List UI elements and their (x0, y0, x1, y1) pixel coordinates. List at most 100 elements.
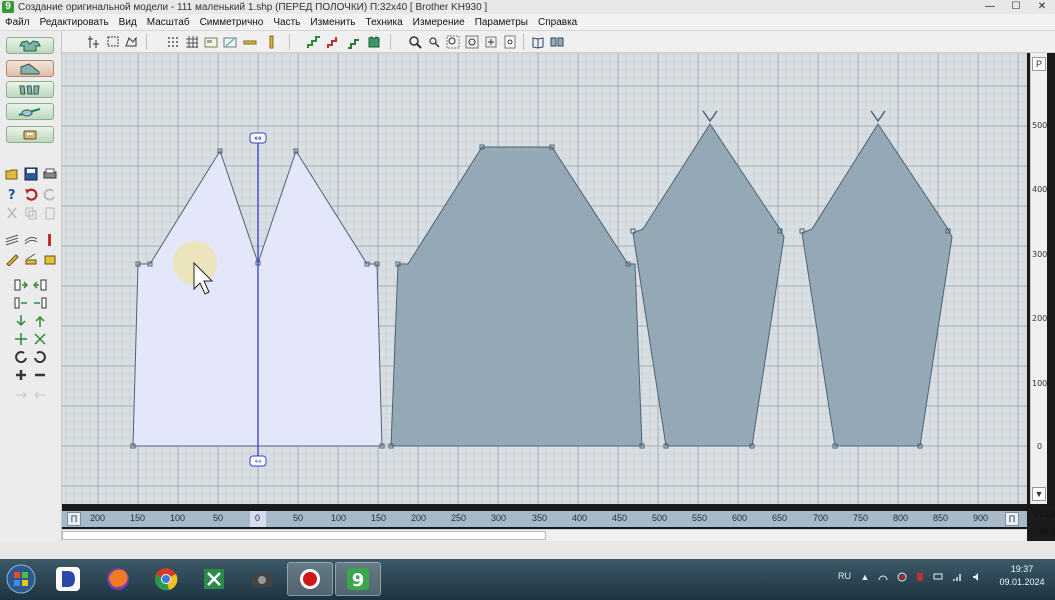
garment-green-icon[interactable] (366, 34, 381, 49)
layout-icon[interactable] (203, 34, 218, 49)
ruler-label: 800 (893, 513, 909, 523)
menu-edit[interactable]: Редактировать (40, 17, 109, 28)
tray-expand-icon[interactable]: ▲ (860, 572, 870, 582)
language-indicator[interactable]: RU (838, 571, 851, 581)
align-right-icon[interactable] (31, 295, 48, 311)
pattern-edit-icon[interactable] (222, 34, 237, 49)
canvas-grid[interactable]: ↔ ⇿ (62, 53, 1027, 504)
menu-file[interactable]: Файл (5, 17, 30, 28)
rotate-ccw-icon[interactable] (12, 349, 29, 365)
lines-curve-icon[interactable] (22, 232, 39, 248)
zoom-window-icon[interactable] (445, 34, 460, 49)
menu-technique[interactable]: Техника (366, 17, 403, 28)
minimize-button[interactable]: — (977, 0, 1003, 14)
add-point-icon[interactable] (12, 367, 29, 383)
taskbar-app-d[interactable] (45, 562, 91, 596)
shaping-icon[interactable] (346, 34, 361, 49)
stairs-green-icon[interactable] (306, 34, 321, 49)
menu-modify[interactable]: Изменить (310, 17, 355, 28)
taskbar-chrome[interactable] (143, 562, 189, 596)
pointer-add-icon[interactable] (86, 34, 101, 49)
arrow-left-disabled-icon[interactable] (31, 387, 48, 403)
tray-app-icon[interactable] (878, 572, 888, 582)
copy-icon[interactable] (22, 205, 39, 221)
taskbar-excel[interactable] (191, 562, 237, 596)
align-left-icon[interactable] (12, 295, 29, 311)
move-left-icon[interactable] (31, 277, 48, 293)
contract-icon[interactable] (31, 331, 48, 347)
move-right-icon[interactable] (12, 277, 29, 293)
select-rect-icon[interactable] (105, 34, 120, 49)
menu-view[interactable]: Вид (119, 17, 137, 28)
scroll-down-button[interactable]: ▼ (1032, 487, 1046, 501)
measure-tool-icon[interactable] (242, 34, 257, 49)
taskbar-camera[interactable] (239, 562, 285, 596)
menu-help[interactable]: Справка (538, 17, 577, 28)
taskbar-knitting-app[interactable]: 9 (335, 562, 381, 596)
help-icon[interactable]: ? (3, 186, 20, 202)
pencil-yellow-icon[interactable] (3, 251, 20, 267)
axis-handle-top[interactable]: ↔ (249, 132, 267, 144)
zoom-all-icon[interactable] (483, 34, 498, 49)
book-icon[interactable] (530, 34, 545, 49)
axis-handle-bottom[interactable]: ⇿ (249, 455, 267, 467)
system-clock[interactable]: 19:37 09.01.2024 (992, 563, 1052, 589)
zoom-fit-icon[interactable] (464, 34, 479, 49)
redo-icon[interactable] (41, 186, 58, 202)
ruler-right-button[interactable]: П (1005, 512, 1019, 526)
tray-flag-icon[interactable] (915, 572, 925, 582)
close-button[interactable]: ✕ (1029, 0, 1055, 14)
undo-icon[interactable] (22, 186, 39, 202)
menu-parameters[interactable]: Параметры (475, 17, 528, 28)
paste-icon[interactable] (41, 205, 58, 221)
zoom-out-icon[interactable] (426, 34, 441, 49)
start-button[interactable] (1, 562, 41, 596)
tray-monitor-icon[interactable] (933, 572, 943, 582)
network-signal-icon[interactable] (953, 572, 963, 582)
tool-shape-button[interactable] (6, 60, 54, 77)
open-folder-icon[interactable] (3, 166, 20, 182)
lasso-icon[interactable] (123, 34, 138, 49)
menu-measure[interactable]: Измерение (413, 17, 465, 28)
maximize-button[interactable]: ☐ (1003, 0, 1029, 14)
lines-wave-icon[interactable] (3, 232, 20, 248)
ruler-left-button[interactable]: П (67, 512, 81, 526)
tool-sweater-button[interactable] (6, 37, 54, 54)
cut-icon[interactable] (3, 205, 20, 221)
menu-scale[interactable]: Масштаб (147, 17, 190, 28)
expand-icon[interactable] (12, 331, 29, 347)
tray-record-icon[interactable] (897, 572, 907, 582)
pattern-canvas[interactable]: ↔ ⇿ (62, 53, 1027, 504)
taskbar-recorder[interactable] (287, 562, 333, 596)
move-down-icon[interactable] (12, 313, 29, 329)
horizontal-scroll-thumb[interactable] (62, 531, 546, 540)
taskbar-firefox[interactable] (95, 562, 141, 596)
grid-dots-icon[interactable] (165, 34, 180, 49)
save-icon[interactable] (22, 166, 39, 182)
vertical-axis-top-button[interactable]: P (1032, 57, 1046, 71)
remove-point-icon[interactable] (31, 367, 48, 383)
volume-icon[interactable] (972, 572, 982, 582)
ruler-red-icon[interactable] (41, 232, 58, 248)
tool-pieces-button[interactable] (6, 81, 54, 98)
ruler-vertical-icon[interactable] (264, 34, 279, 49)
move-up-icon[interactable] (31, 313, 48, 329)
menu-part[interactable]: Часть (273, 17, 300, 28)
measure-yellow-icon[interactable] (41, 251, 58, 267)
yarn-tool-icon[interactable] (22, 251, 39, 267)
pieces-icon[interactable] (549, 34, 564, 49)
grid-lines-icon[interactable] (184, 34, 199, 49)
rotate-cw-icon[interactable] (31, 349, 48, 365)
zoom-page-icon[interactable] (502, 34, 517, 49)
stairs-red-icon[interactable] (326, 34, 341, 49)
tool-machine-button[interactable] (6, 126, 54, 143)
window-controls: — ☐ ✕ (977, 0, 1055, 14)
zoom-in-icon[interactable] (407, 34, 422, 49)
horizontal-ruler[interactable]: П 200 150 100 50 0 50 100 150 200 250 30… (62, 511, 1027, 527)
arrow-right-disabled-icon[interactable] (12, 387, 29, 403)
menu-symmetry[interactable]: Симметрично (200, 17, 264, 28)
horizontal-scrollbar[interactable] (62, 529, 1027, 541)
print-icon[interactable] (41, 166, 58, 182)
vertical-axis-panel[interactable]: P ▼ 500 400 300 200 100 0 (1030, 53, 1047, 504)
tool-yarn-button[interactable] (6, 103, 54, 120)
